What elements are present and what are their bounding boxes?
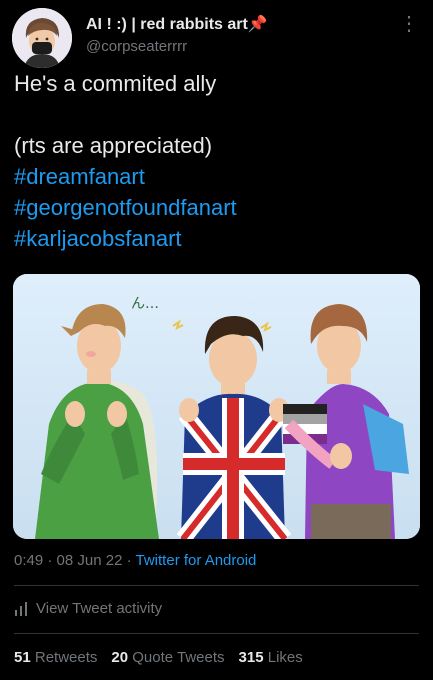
divider — [14, 633, 419, 634]
author-names[interactable]: AI ! :) | red rabbits art📌 @corpseaterrr… — [86, 14, 268, 55]
hashtag-link[interactable]: #karljacobsfanart — [14, 223, 419, 254]
tweet-text: He's a commited ally (rts are appreciate… — [14, 68, 419, 254]
likes-label: Likes — [267, 649, 303, 666]
sketch-text: ん… — [131, 296, 159, 312]
analytics-icon — [15, 601, 27, 616]
tweet-line: (rts are appreciated) — [14, 133, 213, 158]
quote-tweets-label: Quote Tweets — [132, 649, 225, 666]
quote-tweets-count: 20 — [111, 649, 129, 666]
tweet-date: 08 Jun 22 — [56, 552, 123, 569]
meta-separator: · — [126, 552, 132, 569]
retweets-label: Retweets — [34, 649, 98, 666]
retweets-stat[interactable]: 51 Retweets — [14, 649, 97, 666]
more-options-icon[interactable]: ⋮ — [397, 12, 421, 36]
view-tweet-activity-button[interactable]: View Tweet activity — [14, 600, 162, 617]
tweet-source-link[interactable]: Twitter for Android — [136, 552, 257, 569]
hashtag-link[interactable]: #dreamfanart — [14, 161, 419, 192]
retweets-count: 51 — [14, 649, 31, 666]
tweet-line: He's a commited ally — [14, 71, 217, 96]
divider — [14, 585, 419, 586]
tweet-image[interactable]: ん… — [13, 274, 420, 539]
likes-stat[interactable]: 315 Likes — [239, 649, 303, 666]
user-handle[interactable]: @corpseaterrrr — [86, 38, 268, 55]
avatar-image — [12, 8, 72, 68]
likes-count: 315 — [238, 649, 264, 666]
activity-label: View Tweet activity — [36, 600, 163, 617]
fanart-illustration: ん… — [13, 274, 420, 539]
quote-tweets-stat[interactable]: 20 Quote Tweets — [111, 649, 224, 666]
tweet-meta: 0:49 · 08 Jun 22 · Twitter for Android — [14, 552, 256, 569]
hashtag-link[interactable]: #georgenotfoundfanart — [14, 192, 419, 223]
meta-separator: · — [47, 552, 53, 569]
avatar[interactable] — [12, 8, 72, 68]
tweet-time: 0:49 — [14, 552, 44, 569]
display-name[interactable]: AI ! :) | red rabbits art📌 — [86, 14, 268, 34]
tweet-header: AI ! :) | red rabbits art📌 @corpseaterrr… — [12, 8, 421, 68]
engagement-stats: 51 Retweets 20 Quote Tweets 315 Likes — [14, 649, 303, 666]
